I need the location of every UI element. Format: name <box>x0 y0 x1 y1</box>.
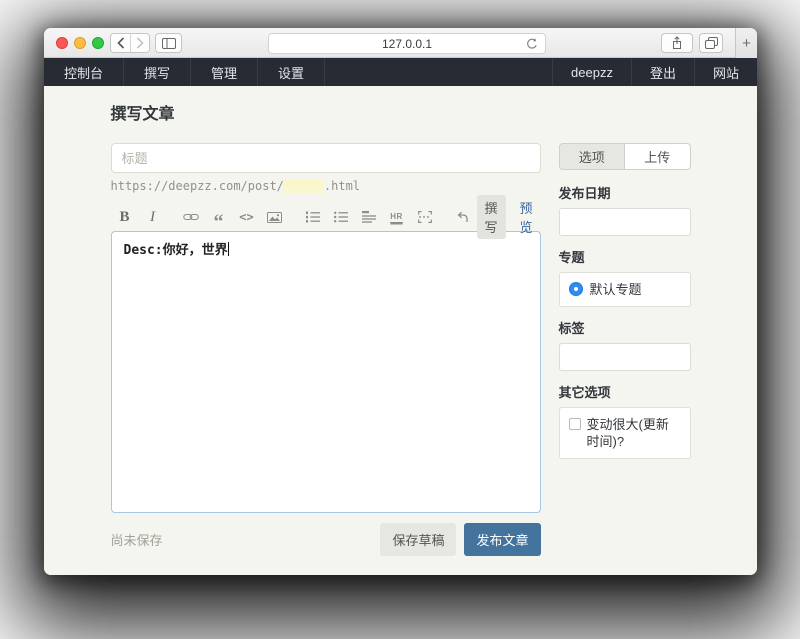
tab-preview-mode[interactable]: 预览 <box>512 195 541 239</box>
back-button[interactable] <box>111 34 130 52</box>
topic-option-label: 默认专题 <box>590 281 642 298</box>
history-nav-group <box>110 33 150 53</box>
save-draft-button[interactable]: 保存草稿 <box>380 523 456 556</box>
browser-titlebar: 127.0.0.1 + <box>44 28 757 58</box>
italic-button[interactable]: I <box>146 207 160 227</box>
close-window-button[interactable] <box>56 37 68 49</box>
publish-date-label: 发布日期 <box>559 183 691 202</box>
sidebar-icon <box>162 38 176 49</box>
reload-icon[interactable] <box>525 37 539 51</box>
other-options-box: 变动很大(更新时间)? <box>559 407 691 459</box>
save-status-text: 尚未保存 <box>111 530 163 549</box>
page-title: 撰写文章 <box>111 86 691 126</box>
nav-item-website[interactable]: 网站 <box>694 58 757 86</box>
publish-date-input[interactable] <box>559 208 691 236</box>
sidebar-toggle-button[interactable] <box>155 33 182 53</box>
post-url-preview: https://deepzz.com/post/.html <box>111 179 541 195</box>
page-content: 撰写文章 https://deepzz.com/post/.html B I <box>44 86 757 575</box>
update-time-option[interactable]: 变动很大(更新时间)? <box>569 416 681 450</box>
editor-toolbar: B I “ <> <box>111 205 541 229</box>
bold-button[interactable]: B <box>118 207 132 227</box>
topic-box: 默认专题 <box>559 272 691 307</box>
text-cursor <box>228 242 229 256</box>
navbar-right-group: deepzz 登出 网站 <box>552 58 757 86</box>
post-slug-highlight <box>284 180 324 194</box>
minimize-window-button[interactable] <box>74 37 86 49</box>
checkbox-unchecked-icon[interactable] <box>569 418 581 430</box>
sidebar-tabs: 选项 上传 <box>559 143 691 170</box>
plus-icon: + <box>742 35 751 52</box>
link-icon <box>183 212 199 222</box>
share-icon <box>671 36 683 50</box>
nav-item-username[interactable]: deepzz <box>552 58 631 86</box>
update-time-option-label: 变动很大(更新时间)? <box>587 416 681 450</box>
publish-button[interactable]: 发布文章 <box>464 523 540 556</box>
ordered-list-icon <box>306 211 320 223</box>
nav-item-logout[interactable]: 登出 <box>631 58 694 86</box>
undo-icon <box>456 211 469 223</box>
nav-item-settings[interactable]: 设置 <box>258 58 325 86</box>
address-bar-url: 127.0.0.1 <box>382 37 432 51</box>
heading-icon <box>362 211 376 223</box>
markdown-editor-textarea[interactable]: Desc:你好，世界 <box>111 231 541 513</box>
nav-item-manage[interactable]: 管理 <box>191 58 258 86</box>
unordered-list-button[interactable] <box>334 207 348 227</box>
tags-label: 标签 <box>559 318 691 337</box>
tags-input[interactable] <box>559 343 691 371</box>
unordered-list-icon <box>334 211 348 223</box>
image-button[interactable] <box>268 207 282 227</box>
nav-item-write[interactable]: 撰写 <box>124 58 191 86</box>
chevron-left-icon <box>117 37 125 49</box>
quote-button[interactable]: “ <box>212 207 226 227</box>
page-break-button[interactable] <box>418 207 432 227</box>
editor-text: Desc:你好，世界 <box>124 243 228 258</box>
horizontal-rule-button[interactable]: HR <box>390 207 404 227</box>
undo-button[interactable] <box>456 207 470 227</box>
topic-label: 专题 <box>559 247 691 266</box>
show-tabs-button[interactable] <box>699 33 723 53</box>
share-button[interactable] <box>661 33 693 53</box>
navbar-left-group: 控制台 撰写 管理 设置 <box>44 58 325 86</box>
tab-write-mode[interactable]: 撰写 <box>477 195 506 239</box>
nav-item-dashboard[interactable]: 控制台 <box>44 58 124 86</box>
options-sidebar: 选项 上传 发布日期 专题 默认专题 标签 <box>559 143 691 556</box>
image-icon <box>267 212 282 223</box>
post-title-input[interactable] <box>111 143 541 173</box>
forward-button[interactable] <box>130 34 149 52</box>
new-tab-button[interactable]: + <box>735 28 757 58</box>
tab-upload[interactable]: 上传 <box>624 144 690 169</box>
link-button[interactable] <box>184 207 198 227</box>
editor-footer: 尚未保存 保存草稿 发布文章 <box>111 523 541 556</box>
ordered-list-button[interactable] <box>306 207 320 227</box>
screenshot-stage: 127.0.0.1 + 控制台 <box>0 0 800 639</box>
admin-navbar: 控制台 撰写 管理 设置 deepzz 登出 网站 <box>44 58 757 86</box>
browser-window: 127.0.0.1 + 控制台 <box>44 28 757 575</box>
zoom-window-button[interactable] <box>92 37 104 49</box>
editor-column: https://deepzz.com/post/.html B I “ <box>111 143 541 556</box>
tab-options[interactable]: 选项 <box>560 144 625 169</box>
heading-button[interactable] <box>362 207 376 227</box>
code-button[interactable]: <> <box>240 207 254 227</box>
other-options-label: 其它选项 <box>559 382 691 401</box>
tabs-overview-icon <box>705 37 718 49</box>
horizontal-rule-icon: HR <box>390 212 403 223</box>
topic-option-default[interactable]: 默认专题 <box>569 281 681 298</box>
address-bar[interactable]: 127.0.0.1 <box>268 33 546 54</box>
radio-selected-icon[interactable] <box>569 282 583 296</box>
page-break-icon <box>418 211 432 223</box>
chevron-right-icon <box>136 37 144 49</box>
